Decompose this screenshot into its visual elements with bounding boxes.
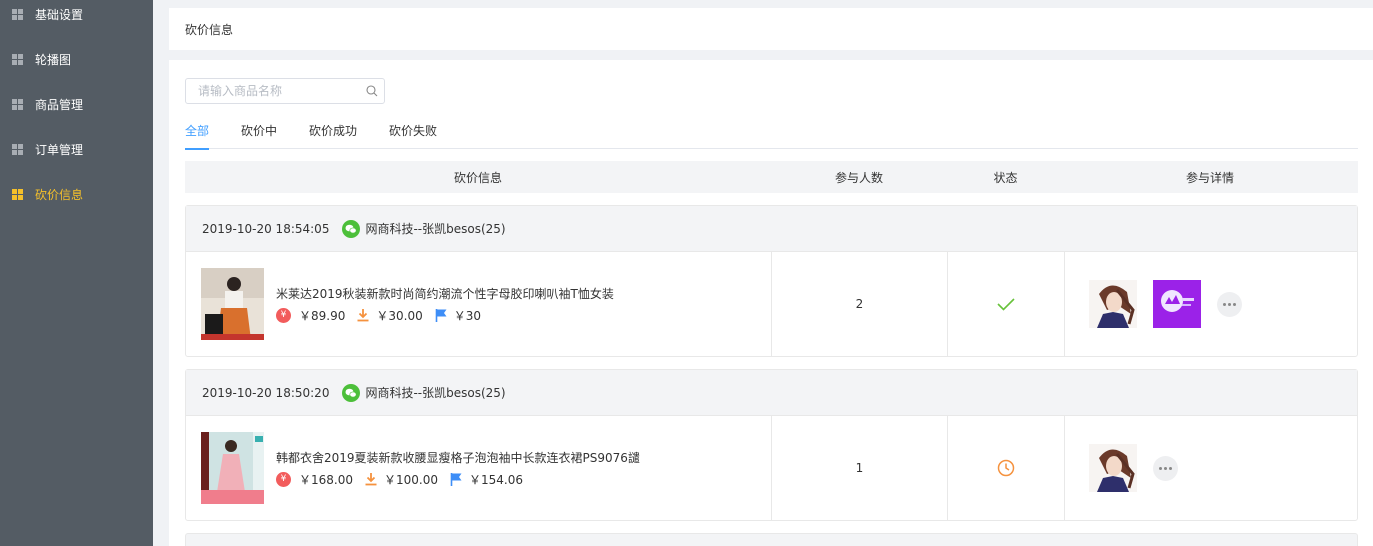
- check-icon: [997, 298, 1015, 311]
- main-panel: 全部 砍价中 砍价成功 砍价失败 砍价信息 参与人数 状态 参与详情 2019-…: [169, 60, 1373, 546]
- tab-in-progress[interactable]: 砍价中: [241, 122, 277, 149]
- more-participants-button[interactable]: [1217, 291, 1242, 317]
- bargain-info-cell: 韩都衣舍2019夏装新款收腰显瘦格子泡泡袖中长款连衣裙PS9076譴 ¥ ￥16…: [186, 416, 772, 520]
- clock-icon: [997, 459, 1015, 477]
- flag-icon: [450, 473, 462, 486]
- column-header: 状态: [993, 170, 1018, 185]
- product-title[interactable]: 米莱达2019秋装新款时尚简约潮流个性字母胶印喇叭袖T恤女装: [276, 285, 614, 302]
- final-price: ￥30: [453, 308, 481, 323]
- order-card: [185, 533, 1358, 546]
- participants-detail: [1065, 252, 1357, 356]
- wechat-icon: [342, 219, 361, 238]
- bargain-price: ￥100.00: [384, 472, 438, 487]
- bargain-price: ￥30.00: [376, 308, 423, 323]
- table-row: 米莱达2019秋装新款时尚简约潮流个性字母胶印喇叭袖T恤女装 ¥ ￥89.90 …: [186, 252, 1357, 356]
- sidebar-item-label: 砍价信息: [35, 188, 84, 202]
- yen-icon: ¥: [276, 471, 291, 487]
- sidebar-item-basic-settings[interactable]: 基础设置: [0, 0, 153, 37]
- sidebar-item-products[interactable]: 商品管理: [0, 82, 153, 127]
- status-cell: [948, 416, 1065, 520]
- down-arrow-icon: [357, 309, 369, 322]
- grid-icon: [12, 54, 23, 65]
- participants-count: 1: [772, 416, 948, 520]
- original-price: ￥168.00: [299, 472, 353, 487]
- sidebar-item-carousel[interactable]: 轮播图: [0, 37, 153, 82]
- avatar[interactable]: [1089, 444, 1137, 492]
- product-thumbnail[interactable]: [201, 268, 264, 340]
- order-card: 2019-10-20 18:50:20 网商科技--张凯besos(25) 韩都…: [185, 369, 1358, 521]
- product-info: 米莱达2019秋装新款时尚简约潮流个性字母胶印喇叭袖T恤女装 ¥ ￥89.90 …: [276, 285, 614, 324]
- yen-icon: ¥: [276, 307, 291, 323]
- sidebar-item-orders[interactable]: 订单管理: [0, 127, 153, 172]
- price-row: ¥ ￥89.90 ￥30.00 ￥30: [276, 307, 614, 324]
- tab-failed[interactable]: 砍价失败: [389, 122, 437, 149]
- grid-icon: [12, 144, 23, 155]
- sidebar: 基础设置 轮播图 商品管理 订单管理 砍价信息: [0, 0, 153, 546]
- status-cell: [948, 252, 1065, 356]
- page-title: 砍价信息: [185, 22, 234, 37]
- more-participants-button[interactable]: [1153, 455, 1178, 481]
- order-user: 网商科技--张凯besos(25): [365, 222, 506, 236]
- column-header: 砍价信息: [453, 170, 502, 185]
- product-thumbnail[interactable]: [201, 432, 264, 504]
- column-header: 参与人数: [834, 170, 883, 185]
- column-header: 参与详情: [1185, 170, 1234, 185]
- status-tabs: 全部 砍价中 砍价成功 砍价失败: [185, 122, 1358, 150]
- sidebar-item-label: 轮播图: [35, 53, 72, 67]
- order-card: 2019-10-20 18:54:05 网商科技--张凯besos(25) 米莱…: [185, 205, 1358, 357]
- avatar[interactable]: [1089, 280, 1137, 328]
- search-box: [185, 78, 385, 104]
- sidebar-item-bargain[interactable]: 砍价信息: [0, 172, 153, 217]
- tab-success[interactable]: 砍价成功: [309, 122, 357, 149]
- tab-all[interactable]: 全部: [185, 122, 210, 150]
- final-price: ￥154.06: [469, 472, 523, 487]
- flag-icon: [435, 309, 447, 322]
- search-input[interactable]: [186, 79, 362, 103]
- page-header: 砍价信息: [169, 8, 1373, 50]
- grid-icon: [12, 99, 23, 110]
- participants-count: 2: [772, 252, 948, 356]
- sidebar-item-label: 商品管理: [35, 98, 84, 112]
- table-row: 韩都衣舍2019夏装新款收腰显瘦格子泡泡袖中长款连衣裙PS9076譴 ¥ ￥16…: [186, 416, 1357, 520]
- grid-icon: [12, 189, 23, 200]
- price-row: ¥ ￥168.00 ￥100.00 ￥154.06: [276, 471, 640, 488]
- order-time: 2019-10-20 18:50:20: [202, 385, 330, 400]
- wechat-icon: [342, 383, 361, 402]
- order-user: 网商科技--张凯besos(25): [365, 386, 506, 400]
- order-header: 2019-10-20 18:54:05 网商科技--张凯besos(25): [186, 206, 1357, 252]
- grid-icon: [12, 9, 23, 20]
- bargain-info-cell: 米莱达2019秋装新款时尚简约潮流个性字母胶印喇叭袖T恤女装 ¥ ￥89.90 …: [186, 252, 772, 356]
- participants-detail: [1065, 416, 1357, 520]
- order-time: 2019-10-20 18:54:05: [202, 221, 330, 236]
- down-arrow-icon: [365, 473, 377, 486]
- original-price: ￥89.90: [299, 308, 346, 323]
- sidebar-item-label: 订单管理: [35, 143, 84, 157]
- product-info: 韩都衣舍2019夏装新款收腰显瘦格子泡泡袖中长款连衣裙PS9076譴 ¥ ￥16…: [276, 449, 640, 488]
- order-header: 2019-10-20 18:50:20 网商科技--张凯besos(25): [186, 370, 1357, 416]
- product-title[interactable]: 韩都衣舍2019夏装新款收腰显瘦格子泡泡袖中长款连衣裙PS9076譴: [276, 449, 640, 466]
- table-header: 砍价信息 参与人数 状态 参与详情: [185, 161, 1358, 193]
- search-icon[interactable]: [366, 85, 378, 97]
- avatar[interactable]: [1153, 280, 1201, 328]
- sidebar-item-label: 基础设置: [35, 8, 84, 22]
